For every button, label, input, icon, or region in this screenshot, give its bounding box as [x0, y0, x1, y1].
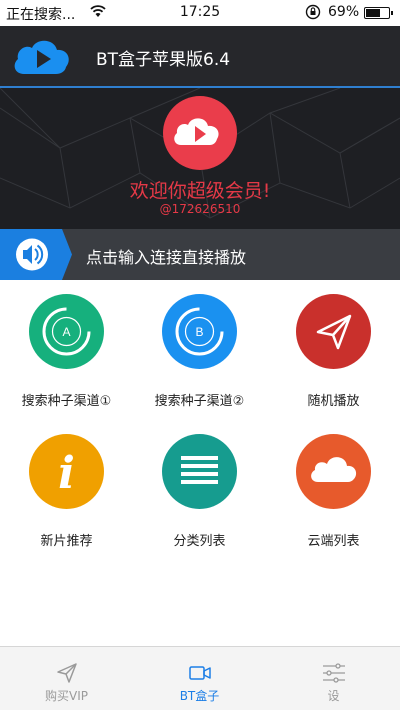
info-icon: i [29, 434, 104, 509]
welcome-text: 欢迎你超级会员! [129, 180, 271, 202]
user-handle: @172626510 [159, 202, 241, 216]
channel-a-icon: A [29, 294, 104, 369]
cloud-play-badge-icon [163, 96, 237, 170]
list-icon [162, 434, 237, 509]
tab-settings[interactable]: 设 [267, 647, 400, 710]
grid-item-random-play[interactable]: 随机播放 [267, 294, 400, 424]
tab-bt-box[interactable]: BT盒子 [133, 647, 266, 710]
tab-label: 设 [327, 689, 340, 703]
grid-item-label: 分类列表 [173, 534, 226, 549]
video-camera-icon [189, 666, 211, 680]
grid-item-categories[interactable]: 分类列表 [133, 434, 266, 564]
cloud-icon [296, 434, 371, 509]
grid-item-new-releases[interactable]: i 新片推荐 [0, 434, 133, 564]
rotation-lock-icon [305, 4, 321, 20]
grid-item-label: 搜索种子渠道① [21, 394, 112, 409]
paper-plane-icon [296, 294, 371, 369]
grid-item-label: 随机播放 [307, 394, 360, 409]
svg-text:A: A [62, 325, 70, 339]
send-icon [57, 663, 77, 683]
cloud-play-icon [14, 40, 69, 74]
grid-item-label: 新片推荐 [40, 534, 93, 549]
tab-bar: 购买VIP BT盒子 设 [0, 646, 400, 710]
link-input-prompt: 点击输入连接直接播放 [86, 248, 247, 267]
grid-item-cloud-list[interactable]: 云端列表 [267, 434, 400, 564]
battery-percent: 69% [328, 4, 360, 20]
svg-text:B: B [195, 325, 203, 339]
page-title: BT盒子苹果版6.4 [96, 50, 231, 70]
grid-item-label: 搜索种子渠道② [154, 394, 245, 409]
svg-text:i: i [58, 448, 75, 499]
status-bar: 正在搜索... 17:25 69% [0, 0, 400, 26]
grid-item-label: 云端列表 [307, 534, 360, 549]
tab-buy-vip[interactable]: 购买VIP [0, 647, 133, 710]
grid-item-channel-b[interactable]: B 搜索种子渠道② [133, 294, 266, 424]
grid-item-channel-a[interactable]: A 搜索种子渠道① [0, 294, 133, 424]
tab-label: 购买VIP [45, 689, 88, 703]
speaker-icon [0, 229, 72, 280]
link-input-bar[interactable]: 点击输入连接直接播放 [0, 229, 400, 280]
feature-grid: A 搜索种子渠道① B 搜索种子渠道② 随机播放 i 新片推荐 分类列表 云端列… [0, 280, 400, 646]
tab-label: BT盒子 [179, 689, 220, 703]
channel-b-icon: B [162, 294, 237, 369]
sliders-icon [323, 663, 345, 683]
app-header: BT盒子苹果版6.4 [0, 26, 400, 88]
battery-icon [364, 7, 393, 19]
